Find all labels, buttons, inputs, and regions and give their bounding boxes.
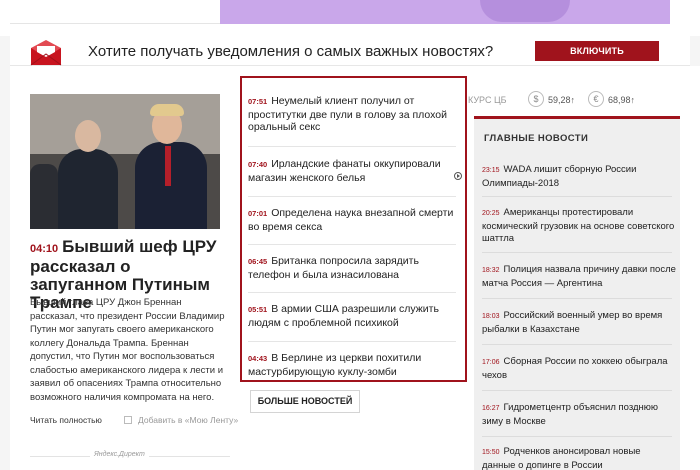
main-news-item[interactable]: 20:25 Американцы протестировали космическ… [482, 207, 676, 246]
news-time: 07:51 [248, 97, 268, 106]
yandex-direct-divider: Яндекс.Директ [30, 451, 230, 461]
main-news-title: ГЛАВНЫЕ НОВОСТИ [484, 133, 589, 144]
main-news-item[interactable]: 17:06 Сборная России по хоккею обыграла ч… [482, 356, 676, 382]
news-separator [248, 146, 456, 147]
main-news-separator [482, 298, 672, 299]
euro-icon: € [588, 91, 604, 107]
main-news-item[interactable]: 18:03 Российский военный умер во время ры… [482, 310, 676, 336]
news-item[interactable]: 07:40 Ирландские фанаты оккупировали мага… [248, 158, 454, 184]
ad-banner[interactable] [0, 0, 700, 36]
enable-notifications-button[interactable]: ВКЛЮЧИТЬ УВЕДОМЛЕНИЯ [535, 41, 659, 76]
photo-person-one [58, 149, 118, 229]
main-news-item[interactable]: 18:32 Полиция назвала причину давки после… [482, 264, 676, 290]
news-text: В армии США разрешили служить людям с пр… [248, 303, 439, 329]
main-news-panel: ГЛАВНЫЕ НОВОСТИ 23:15 WADA лишит сборную … [474, 116, 680, 470]
notification-message: Хотите получать уведомления о самых важн… [88, 43, 494, 60]
news-text: В Берлине из церкви похитили мастурбирую… [248, 352, 422, 378]
more-news-button[interactable]: БОЛЬШЕ НОВОСТЕЙ [250, 390, 360, 413]
main-news-time: 23:15 [482, 167, 500, 174]
main-news-text: WADA лишит сборную России Олимпиады-2018 [482, 164, 637, 189]
main-news-item[interactable]: 23:15 WADA лишит сборную России Олимпиады… [482, 164, 676, 190]
main-news-time: 18:03 [482, 313, 500, 320]
news-time: 04:43 [248, 354, 268, 363]
main-news-time: 17:06 [482, 359, 500, 366]
news-separator [248, 244, 456, 245]
news-time: 07:40 [248, 160, 268, 169]
article-time: 04:10 [30, 243, 59, 255]
envelope-icon [30, 40, 62, 66]
news-time: 06:45 [248, 257, 268, 266]
main-news-time: 15:50 [482, 449, 500, 456]
main-news-separator [482, 436, 672, 437]
main-news-text: Полиция назвала причину давки после матч… [482, 264, 676, 289]
notification-bar: Хотите получать уведомления о самых важн… [10, 36, 690, 76]
main-news-text: Гидрометцентр объяснил позднюю зиму в Мо… [482, 402, 659, 427]
photo-hair [150, 104, 184, 116]
usd-rate[interactable]: 59,28↑ [548, 95, 575, 105]
news-item[interactable]: 07:01 Определена наука внезапной смерти в… [248, 207, 454, 233]
main-news-item[interactable]: 16:27 Гидрометцентр объяснил позднюю зиму… [482, 402, 676, 428]
news-time: 07:01 [248, 209, 268, 218]
main-news-text: Сборная России по хоккею обыграла чехов [482, 356, 668, 381]
main-news-separator [482, 196, 672, 197]
news-separator [248, 196, 456, 197]
news-item[interactable]: 07:51 Неумелый клиент получил от проститу… [248, 95, 454, 134]
dollar-icon: $ [528, 91, 544, 107]
eur-rate[interactable]: 68,98↑ [608, 95, 635, 105]
main-news-separator [482, 390, 672, 391]
page: Хотите получать уведомления о самых важн… [0, 0, 700, 470]
main-content: 04:10 Бывший шеф ЦРУ рассказал о запуганн… [10, 66, 690, 470]
news-list: 07:51 Неумелый клиент получил от проститу… [240, 76, 467, 382]
add-to-feed-checkbox[interactable] [124, 416, 132, 424]
article-text: Бывший глава ЦРУ Джон Бреннан рассказал,… [30, 297, 225, 403]
article-footer: Читать полностью Добавить в «Мою Ленту» [30, 415, 238, 427]
news-text: Неумелый клиент получил от проститутки д… [248, 95, 447, 133]
news-separator [248, 292, 456, 293]
add-to-feed-link[interactable]: Добавить в «Мою Ленту» [138, 415, 238, 425]
main-news-time: 16:27 [482, 405, 500, 412]
news-text: Британка попросила зарядить телефон и бы… [248, 255, 419, 281]
main-news-separator [482, 344, 672, 345]
news-item[interactable]: 04:43 В Берлине из церкви похитили мастур… [248, 352, 454, 378]
ad-purple-area[interactable] [220, 0, 670, 24]
rates-label: КУРС ЦБ [468, 95, 507, 105]
news-item[interactable]: 05:51 В армии США разрешили служить людям… [248, 303, 454, 329]
main-news-item[interactable]: 15:50 Родченков анонсировал новые данные … [482, 446, 676, 470]
ad-left-blank [10, 0, 220, 24]
currency-rates: КУРС ЦБ $ 59,28↑ € 68,98↑ [466, 91, 686, 110]
photo-person-two [135, 142, 207, 229]
news-separator [248, 341, 456, 342]
article-photo[interactable] [30, 94, 220, 229]
news-text: Определена наука внезапной смерти во вре… [248, 207, 454, 233]
news-time: 05:51 [248, 305, 268, 314]
video-play-icon[interactable] [454, 172, 462, 180]
main-news-time: 18:32 [482, 267, 500, 274]
main-news-separator [482, 252, 672, 253]
news-item[interactable]: 06:45 Британка попросила зарядить телефон… [248, 255, 454, 281]
photo-head-one [75, 120, 101, 152]
main-news-header: ГЛАВНЫЕ НОВОСТИ [474, 116, 680, 156]
main-news-text: Российский военный умер во время рыбалки… [482, 310, 663, 335]
ad-figure-shape [480, 0, 570, 22]
news-text: Ирландские фанаты оккупировали магазин ж… [248, 158, 441, 184]
main-news-text: Американцы протестировали космический гр… [482, 207, 675, 244]
main-news-text: Родченков анонсировал новые данные о доп… [482, 446, 641, 470]
yandex-direct-label: Яндекс.Директ [90, 451, 149, 458]
main-news-time: 20:25 [482, 210, 500, 217]
page-right-edge [690, 66, 700, 470]
photo-person-left [30, 164, 58, 229]
read-more-link[interactable]: Читать полностью [30, 415, 102, 425]
photo-tie [165, 146, 171, 186]
